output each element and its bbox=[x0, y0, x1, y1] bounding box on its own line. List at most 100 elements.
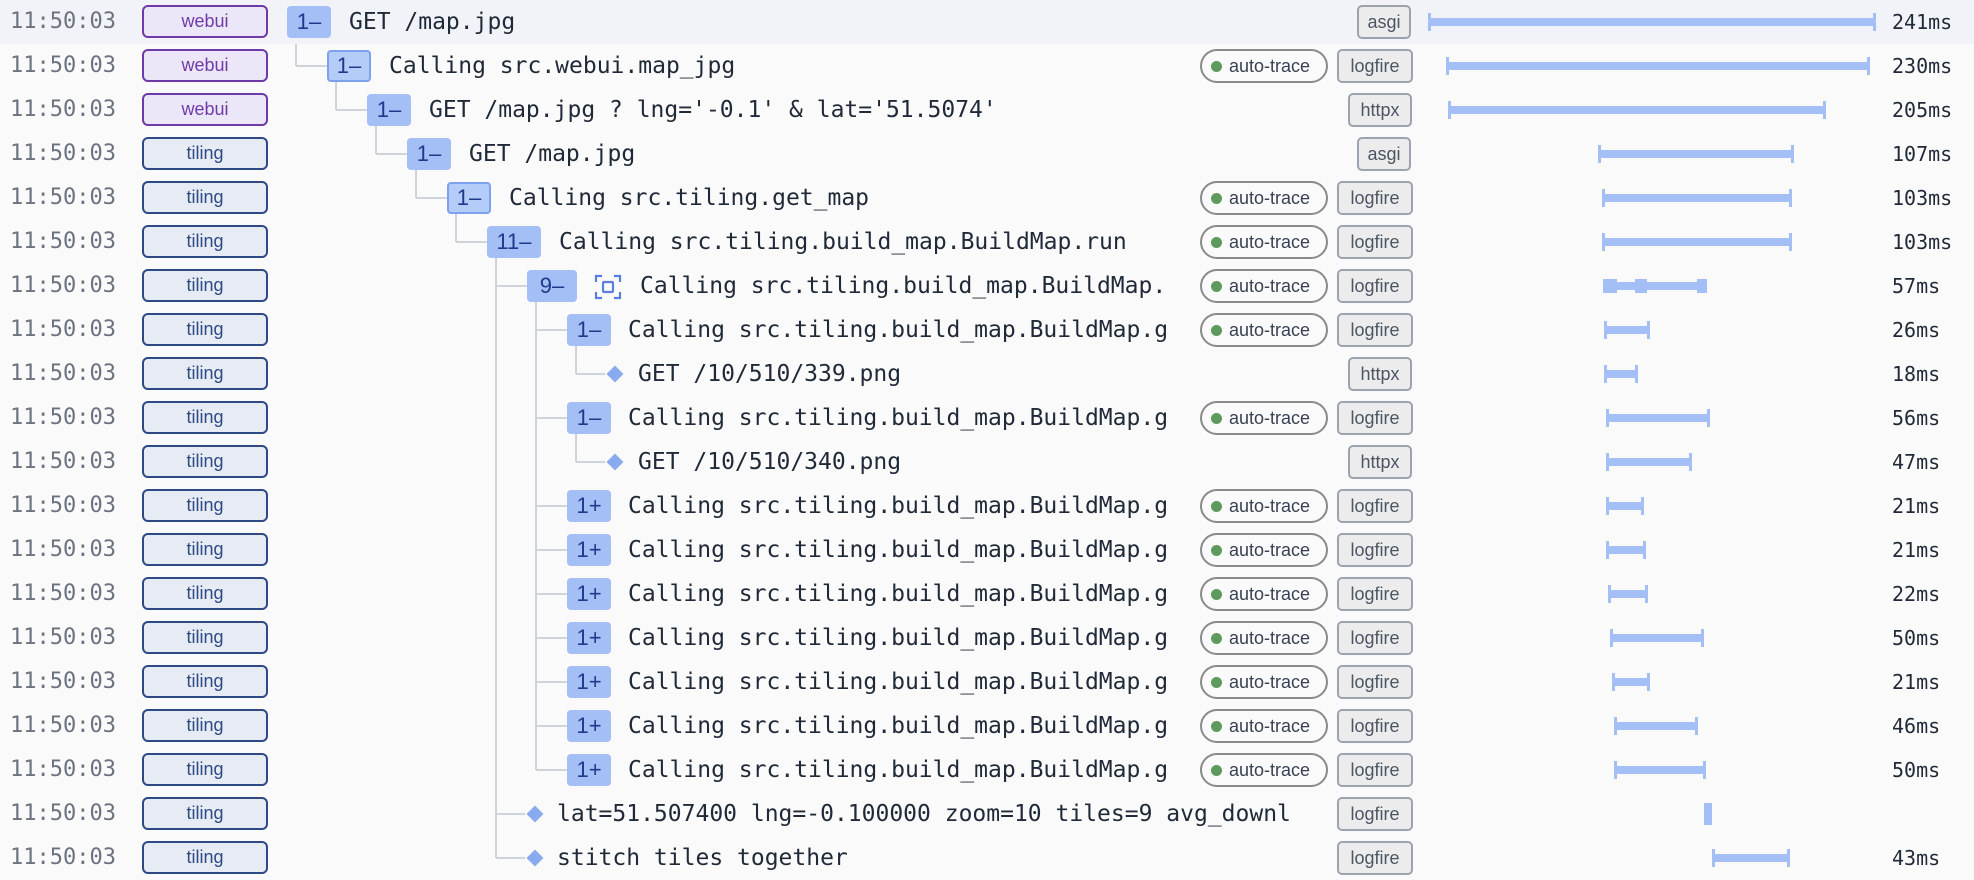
span-name: GET /map.jpg ? lng='-0.1' & lat='51.5074… bbox=[429, 97, 997, 123]
span-row[interactable]: 11:50:03 tiling 1+ Calling src.tiling.build… bbox=[0, 704, 1974, 748]
service-badge[interactable]: tiling bbox=[142, 137, 268, 170]
service-badge[interactable]: tiling bbox=[142, 797, 268, 830]
otel-scope-tag[interactable]: logfire bbox=[1337, 313, 1413, 347]
span-row[interactable]: 11:50:03 webui 1– Calling src.webui.map_jpg… bbox=[0, 44, 1974, 88]
span-row[interactable]: 11:50:03 tiling 1+ Calling src.tiling.build… bbox=[0, 660, 1974, 704]
span-row[interactable]: 11:50:03 tiling 9– Calling src.tiling.build… bbox=[0, 264, 1974, 308]
span-toggle-button[interactable]: 1+ bbox=[567, 666, 611, 698]
span-row[interactable]: 11:50:03 tiling GET /10/510/340.png httpx 47… bbox=[0, 440, 1974, 484]
span-row[interactable]: 11:50:03 tiling 1– Calling src.tiling.build… bbox=[0, 308, 1974, 352]
service-badge[interactable]: webui bbox=[142, 49, 268, 82]
auto-trace-badge[interactable]: auto-trace bbox=[1200, 577, 1328, 611]
span-toggle-button[interactable]: 9– bbox=[527, 270, 577, 302]
span-toggle-button[interactable]: 1– bbox=[447, 182, 491, 214]
auto-trace-badge[interactable]: auto-trace bbox=[1200, 753, 1328, 787]
span-toggle-button[interactable]: 1+ bbox=[567, 578, 611, 610]
span-row[interactable]: 11:50:03 tiling 1– Calling src.tiling.build… bbox=[0, 396, 1974, 440]
span-toggle-button[interactable]: 1– bbox=[567, 314, 611, 346]
span-toggle-button[interactable]: 11– bbox=[487, 226, 541, 258]
otel-scope-tag[interactable]: logfire bbox=[1337, 225, 1413, 259]
otel-scope-tag[interactable]: logfire bbox=[1337, 753, 1413, 787]
span-row[interactable]: 11:50:03 tiling 1+ Calling src.tiling.build… bbox=[0, 484, 1974, 528]
span-toggle-button[interactable]: 1+ bbox=[567, 534, 611, 566]
span-toggle-button[interactable]: 1+ bbox=[567, 490, 611, 522]
service-badge[interactable]: tiling bbox=[142, 533, 268, 566]
auto-trace-dot-icon bbox=[1211, 632, 1222, 644]
span-toggle-button[interactable]: 1+ bbox=[567, 754, 611, 786]
auto-trace-badge[interactable]: auto-trace bbox=[1200, 621, 1328, 655]
otel-scope-tag[interactable]: logfire bbox=[1337, 577, 1413, 611]
span-row[interactable]: 11:50:03 tiling 1+ Calling src.tiling.build… bbox=[0, 748, 1974, 792]
auto-trace-label: auto-trace bbox=[1229, 320, 1311, 340]
span-toggle-button[interactable]: 1– bbox=[327, 50, 371, 82]
otel-scope-tag[interactable]: logfire bbox=[1337, 181, 1413, 215]
otel-scope-tag[interactable]: httpx bbox=[1348, 445, 1412, 479]
auto-trace-badge[interactable]: auto-trace bbox=[1200, 313, 1328, 347]
otel-scope-tag[interactable]: logfire bbox=[1337, 621, 1413, 655]
span-row[interactable]: 11:50:03 tiling stitch tiles together logfi… bbox=[0, 836, 1974, 880]
otel-scope-tag[interactable]: logfire bbox=[1337, 709, 1413, 743]
span-row[interactable]: 11:50:03 tiling 1– Calling src.tiling.get_m… bbox=[0, 176, 1974, 220]
span-row[interactable]: 11:50:03 tiling lat=51.507400 lng=-0.10000… bbox=[0, 792, 1974, 836]
span-toggle-button[interactable]: 1– bbox=[367, 94, 411, 126]
service-badge[interactable]: tiling bbox=[142, 357, 268, 390]
span-row[interactable]: 11:50:03 webui 1– GET /map.jpg asgi 241ms bbox=[0, 0, 1974, 44]
service-badge[interactable]: webui bbox=[142, 93, 268, 126]
span-row[interactable]: 11:50:03 webui 1– GET /map.jpg ? lng='-0.1'… bbox=[0, 88, 1974, 132]
span-toggle-button[interactable]: 1+ bbox=[567, 622, 611, 654]
service-badge[interactable]: tiling bbox=[142, 489, 268, 522]
span-toggle-button[interactable]: 1– bbox=[567, 402, 611, 434]
focus-frame-icon[interactable] bbox=[594, 273, 622, 301]
auto-trace-badge[interactable]: auto-trace bbox=[1200, 269, 1328, 303]
service-badge[interactable]: tiling bbox=[142, 445, 268, 478]
span-row[interactable]: 11:50:03 tiling GET /10/510/339.png httpx 18… bbox=[0, 352, 1974, 396]
span-row[interactable]: 11:50:03 tiling 1+ Calling src.tiling.build… bbox=[0, 616, 1974, 660]
timeline-bar bbox=[1614, 717, 1698, 735]
otel-scope-tag[interactable]: httpx bbox=[1348, 357, 1412, 391]
otel-scope-tag[interactable]: asgi bbox=[1357, 5, 1411, 39]
service-badge[interactable]: webui bbox=[142, 5, 268, 38]
otel-scope-tag[interactable]: asgi bbox=[1357, 137, 1411, 171]
otel-scope-tag[interactable]: logfire bbox=[1337, 401, 1413, 435]
service-badge[interactable]: tiling bbox=[142, 181, 268, 214]
timestamp: 11:50:03 bbox=[10, 449, 116, 474]
auto-trace-badge[interactable]: auto-trace bbox=[1200, 489, 1328, 523]
auto-trace-badge[interactable]: auto-trace bbox=[1200, 181, 1328, 215]
service-badge[interactable]: tiling bbox=[142, 621, 268, 654]
span-row[interactable]: 11:50:03 tiling 1– GET /map.jpg asgi 107ms bbox=[0, 132, 1974, 176]
service-badge[interactable]: tiling bbox=[142, 401, 268, 434]
otel-scope-tag[interactable]: logfire bbox=[1337, 489, 1413, 523]
otel-scope-tag[interactable]: logfire bbox=[1337, 49, 1413, 83]
service-badge[interactable]: tiling bbox=[142, 841, 268, 874]
otel-scope-tag[interactable]: logfire bbox=[1337, 665, 1413, 699]
service-badge[interactable]: tiling bbox=[142, 753, 268, 786]
span-row[interactable]: 11:50:03 tiling 1+ Calling src.tiling.build… bbox=[0, 528, 1974, 572]
auto-trace-badge[interactable]: auto-trace bbox=[1200, 49, 1328, 83]
service-badge[interactable]: tiling bbox=[142, 269, 268, 302]
otel-scope-tag[interactable]: logfire bbox=[1337, 533, 1413, 567]
service-badge[interactable]: tiling bbox=[142, 665, 268, 698]
otel-scope-tag[interactable]: logfire bbox=[1337, 797, 1413, 831]
auto-trace-badge[interactable]: auto-trace bbox=[1200, 665, 1328, 699]
span-toggle-button[interactable]: 1– bbox=[407, 138, 451, 170]
auto-trace-dot-icon bbox=[1211, 192, 1222, 204]
service-badge[interactable]: tiling bbox=[142, 577, 268, 610]
auto-trace-label: auto-trace bbox=[1229, 628, 1311, 648]
otel-scope-tag[interactable]: logfire bbox=[1337, 841, 1413, 875]
auto-trace-badge[interactable]: auto-trace bbox=[1200, 709, 1328, 743]
service-badge[interactable]: tiling bbox=[142, 313, 268, 346]
service-badge[interactable]: tiling bbox=[142, 709, 268, 742]
auto-trace-badge[interactable]: auto-trace bbox=[1200, 401, 1328, 435]
auto-trace-badge[interactable]: auto-trace bbox=[1200, 225, 1328, 259]
service-badge[interactable]: tiling bbox=[142, 225, 268, 258]
auto-trace-badge[interactable]: auto-trace bbox=[1200, 533, 1328, 567]
span-toggle-button[interactable]: 1+ bbox=[567, 710, 611, 742]
otel-scope-tag[interactable]: httpx bbox=[1348, 93, 1412, 127]
auto-trace-label: auto-trace bbox=[1229, 408, 1311, 428]
otel-scope-tag[interactable]: logfire bbox=[1337, 269, 1413, 303]
span-row[interactable]: 11:50:03 tiling 11– Calling src.tiling.buil… bbox=[0, 220, 1974, 264]
span-row[interactable]: 11:50:03 tiling 1+ Calling src.tiling.build… bbox=[0, 572, 1974, 616]
span-toggle-button[interactable]: 1– bbox=[287, 6, 331, 38]
duration: 103ms bbox=[1892, 230, 1953, 254]
timeline-bar bbox=[1608, 585, 1648, 603]
